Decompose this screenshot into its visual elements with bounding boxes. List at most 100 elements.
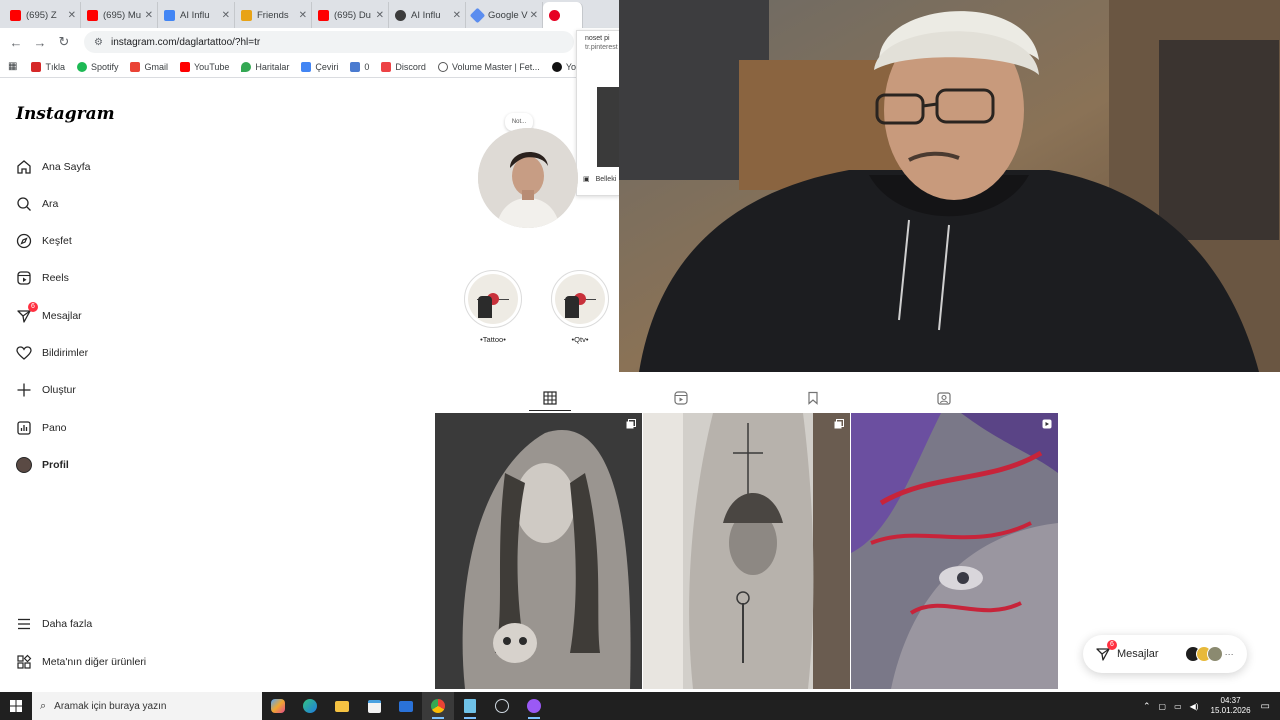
bookmark-item[interactable]: 0 [350, 61, 369, 72]
bookmarks-bar: ▦ Tıkla Spotify Gmail YouTube Haritalar … [0, 56, 620, 78]
highlight-cover [468, 274, 518, 324]
close-tab-icon[interactable]: ✕ [453, 10, 461, 21]
edge-icon[interactable] [294, 692, 326, 720]
address-bar: ← → ↻ ⚙ instagram.com/daglartattoo/?hl=t… [0, 28, 620, 56]
taskbar-clock[interactable]: 04:37 15.01.2026 [1211, 696, 1251, 716]
bookmark-favicon-icon [31, 61, 42, 72]
mail-icon[interactable] [390, 692, 422, 720]
url-text: instagram.com/daglartattoo/?hl=tr [110, 36, 261, 48]
tray-app-icon[interactable]: ▢ [1159, 702, 1167, 711]
messages-badge: 6 [28, 302, 38, 312]
bookmark-item[interactable]: Haritalar [241, 61, 289, 72]
bookmark-item[interactable]: YouTube [180, 61, 229, 72]
url-field[interactable]: ⚙ instagram.com/daglartattoo/?hl=tr [84, 31, 574, 53]
forward-arrow-icon[interactable]: → [30, 32, 50, 52]
instagram-logo[interactable]: Instagram [16, 104, 115, 124]
story-highlight[interactable] [464, 270, 522, 328]
notification-center-icon[interactable]: ▭ [1261, 701, 1270, 712]
bookmark-label: Tıkla [45, 61, 65, 72]
popup-line: noset pi [585, 35, 610, 42]
bookmark-item[interactable]: Discord [381, 61, 426, 72]
notepad-icon[interactable] [454, 692, 486, 720]
site-settings-icon[interactable]: ⚙ [94, 37, 103, 48]
browser-tab[interactable]: (695) Z ✕ [4, 2, 81, 28]
tab-saved[interactable] [803, 388, 823, 408]
nav-reels-label: Reels [42, 272, 69, 284]
nav-explore[interactable]: Keşfet [16, 229, 72, 253]
taskbar-search-field[interactable]: ⌕ Aramak için buraya yazın [32, 692, 262, 720]
openai-favicon-icon [395, 9, 406, 21]
nav-home[interactable]: Ana Sayfa [16, 155, 90, 179]
popup-save-button[interactable]: ▣ Belleki [583, 175, 616, 184]
chrome-icon[interactable] [422, 692, 454, 720]
hamburger-menu-icon [16, 616, 32, 632]
clock-date: 15.01.2026 [1210, 706, 1251, 715]
more-contacts-indicator: ··· [1224, 649, 1234, 659]
bookmark-label: Volume Master | Fet... [451, 61, 540, 72]
plus-icon [16, 382, 32, 398]
windows-taskbar: ⌕ Aramak için buraya yazın ⌃ ▢ ▭ ◀) 04:3… [0, 692, 1280, 720]
browser-tab[interactable]: AI Influ ✕ [158, 2, 235, 28]
browser-tab[interactable]: AI Influ ✕ [389, 2, 466, 28]
copilot-icon[interactable] [262, 692, 294, 720]
profile-avatar[interactable] [478, 128, 578, 228]
heart-icon [16, 345, 32, 361]
spotify-icon [76, 61, 87, 72]
close-tab-icon[interactable]: ✕ [222, 10, 230, 21]
tab-tagged[interactable] [934, 388, 954, 408]
webcam-overlay [619, 0, 1280, 372]
network-icon[interactable]: ▭ [1174, 702, 1182, 711]
bookmark-item[interactable]: Gmail [130, 61, 168, 72]
file-explorer-icon[interactable] [326, 692, 358, 720]
browser-tab[interactable]: Friends ✕ [235, 2, 312, 28]
messages-floating-button[interactable]: 6 Mesajlar ··· [1083, 635, 1247, 673]
apps-grid-icon[interactable]: ▦ [8, 61, 17, 72]
post-thumbnail[interactable] [643, 413, 850, 689]
post-thumbnail[interactable] [851, 413, 1058, 689]
tray-chevron-icon[interactable]: ⌃ [1143, 701, 1151, 712]
close-tab-icon[interactable]: ✕ [299, 10, 307, 21]
nav-create-label: Oluştur [42, 384, 76, 396]
nav-profile-label: Profil [42, 459, 69, 471]
close-tab-icon[interactable]: ✕ [530, 10, 538, 21]
nav-messages[interactable]: 6 Mesajlar [16, 302, 82, 328]
nav-meta-products[interactable]: Meta'nın diğer ürünleri [16, 650, 146, 674]
obs-icon[interactable] [518, 692, 550, 720]
reload-icon[interactable]: ↻ [54, 32, 74, 52]
post-image [851, 413, 1058, 689]
tab-title: AI Influ [411, 9, 441, 21]
nav-more[interactable]: Daha fazla [16, 612, 92, 636]
volume-icon[interactable]: ◀) [1190, 702, 1199, 711]
post-thumbnail[interactable] [435, 413, 642, 689]
nav-notifications-label: Bildirimler [42, 347, 89, 359]
nav-dashboard[interactable]: Pano [16, 416, 67, 440]
tab-reels[interactable] [671, 388, 691, 408]
back-arrow-icon[interactable]: ← [6, 32, 26, 52]
bookmark-item[interactable]: Çeviri [301, 61, 338, 72]
carousel-icon [834, 419, 844, 429]
story-highlight[interactable] [551, 270, 609, 328]
close-tab-icon[interactable]: ✕ [68, 10, 76, 21]
tab-posts[interactable] [540, 388, 560, 408]
browser-tab[interactable]: (695) Du ✕ [312, 2, 389, 28]
browser-tab-active[interactable] [543, 2, 583, 28]
nav-profile[interactable]: Profil [16, 453, 69, 477]
nav-create[interactable]: Oluştur [16, 378, 76, 402]
bookmark-item[interactable]: Tıkla [31, 61, 65, 72]
browser-tab[interactable]: (695) Mu ✕ [81, 2, 158, 28]
bookmark-item[interactable]: Spotify [76, 61, 118, 72]
nav-search[interactable]: Ara [16, 192, 58, 216]
store-icon[interactable] [358, 692, 390, 720]
nav-notifications[interactable]: Bildirimler [16, 341, 88, 365]
nav-reels[interactable]: Reels [16, 266, 69, 290]
browser-tab[interactable]: Google V ✕ [466, 2, 543, 28]
bookmark-label: Discord [395, 61, 426, 72]
close-tab-icon[interactable]: ✕ [145, 10, 153, 21]
close-tab-icon[interactable]: ✕ [376, 10, 384, 21]
nav-meta-products-label: Meta'nın diğer ürünleri [42, 656, 147, 668]
steam-icon[interactable] [486, 692, 518, 720]
post-image [435, 413, 642, 689]
windows-start-icon[interactable] [0, 692, 32, 720]
bookmark-item[interactable]: Volume Master | Fet... [437, 61, 540, 72]
pinterest-popup[interactable]: noset pi tr.pinterest ▣ Belleki [576, 30, 620, 196]
